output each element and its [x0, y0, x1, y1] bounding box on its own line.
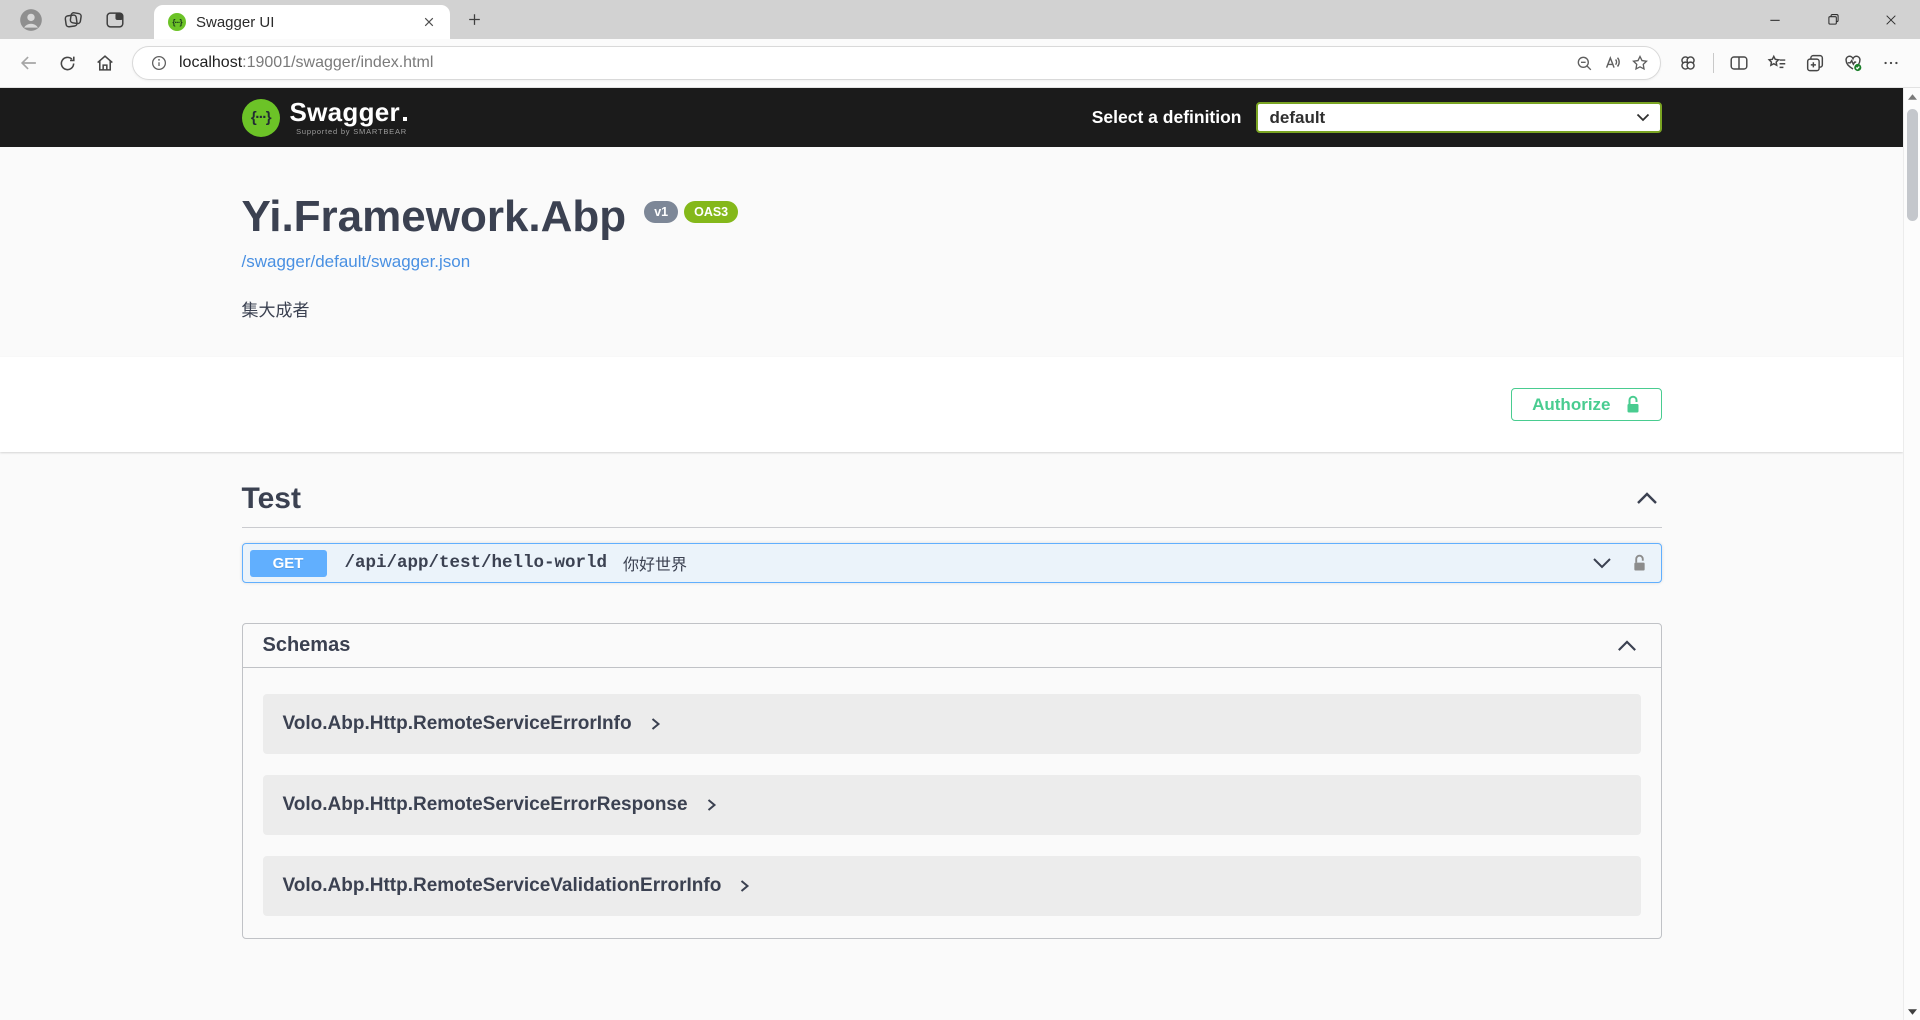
operation-row[interactable]: GET /api/app/test/hello-world 你好世界: [242, 543, 1662, 583]
tab-actions-icon[interactable]: [100, 5, 130, 35]
refresh-button[interactable]: [51, 47, 83, 79]
new-tab-button[interactable]: [460, 6, 488, 34]
page-content: {···} Swagger Supported by SMARTBEAR Sel…: [0, 88, 1920, 1020]
tab-title: Swagger UI: [196, 14, 418, 31]
api-description: 集大成者: [242, 296, 1662, 321]
read-aloud-icon[interactable]: [1598, 49, 1626, 77]
model-row[interactable]: Volo.Abp.Http.RemoteServiceValidationErr…: [263, 856, 1641, 916]
close-window-button[interactable]: [1862, 0, 1920, 39]
swagger-topbar: {···} Swagger Supported by SMARTBEAR Sel…: [0, 88, 1903, 147]
collections-icon[interactable]: [1799, 47, 1831, 79]
split-screen-icon[interactable]: [1723, 47, 1755, 79]
definition-select[interactable]: default: [1256, 102, 1662, 133]
model-name: Volo.Abp.Http.RemoteServiceErrorResponse: [283, 794, 688, 816]
schemas-title: Schemas: [263, 634, 351, 657]
chevron-up-icon: [1617, 640, 1637, 652]
scrollbar-thumb[interactable]: [1907, 109, 1918, 221]
profile-avatar-icon: [18, 7, 44, 33]
logo-text: Swagger: [290, 99, 407, 125]
tab-close-icon[interactable]: [418, 11, 440, 33]
title-badges: v1 OAS3: [638, 201, 738, 223]
operations-section: Test GET /api/app/test/hello-world 你好世界: [222, 482, 1682, 999]
authorize-button[interactable]: Authorize: [1511, 388, 1661, 421]
browser-window: {···} Swagger UI: [0, 0, 1920, 1020]
favorites-hub-icon[interactable]: [1761, 47, 1793, 79]
browser-toolbar: localhost:19001/swagger/index.html: [0, 39, 1920, 88]
restore-button[interactable]: [1804, 0, 1862, 39]
collapse-tag-button[interactable]: [1632, 488, 1662, 509]
swagger-logo: {···} Swagger Supported by SMARTBEAR: [242, 99, 407, 137]
window-controls: [1746, 0, 1920, 39]
definition-select-value: default: [1270, 108, 1636, 128]
model-row[interactable]: Volo.Abp.Http.RemoteServiceErrorResponse: [263, 775, 1641, 835]
address-bar[interactable]: localhost:19001/swagger/index.html: [132, 46, 1661, 80]
authorize-label: Authorize: [1532, 395, 1610, 415]
scroll-up-arrow[interactable]: [1904, 88, 1920, 105]
tag-section-header[interactable]: Test: [242, 482, 1662, 528]
back-button[interactable]: [13, 47, 45, 79]
extensions-icon[interactable]: [1672, 47, 1704, 79]
browser-tab[interactable]: {···} Swagger UI: [154, 5, 450, 39]
zoom-indicator-icon[interactable]: [1570, 49, 1598, 77]
operation-summary: 你好世界: [623, 551, 687, 575]
url-host: localhost: [179, 54, 242, 71]
lock-icon[interactable]: [1632, 554, 1647, 573]
model-name: Volo.Abp.Http.RemoteServiceErrorInfo: [283, 713, 632, 735]
chevron-right-icon: [650, 717, 661, 731]
http-method-badge: GET: [250, 550, 327, 577]
operation-path: /api/app/test/hello-world: [345, 553, 608, 573]
tab-strip: {···} Swagger UI: [0, 0, 1920, 39]
model-list: Volo.Abp.Http.RemoteServiceErrorInfo Vol…: [243, 668, 1661, 938]
toolbar-divider: [1713, 53, 1714, 73]
workspaces-icon[interactable]: [58, 5, 88, 35]
url-path: :19001/swagger/index.html: [242, 54, 433, 71]
version-badge: v1: [644, 201, 678, 223]
chevron-right-icon: [706, 798, 717, 812]
chevron-right-icon: [739, 879, 750, 893]
minimize-button[interactable]: [1746, 0, 1804, 39]
schemas-header[interactable]: Schemas: [243, 624, 1661, 668]
api-info-section: Yi.Framework.Abp v1 OAS3 /swagger/defaul…: [222, 147, 1682, 357]
browser-essentials-icon[interactable]: [1837, 47, 1869, 79]
tag-title: Test: [242, 482, 301, 515]
collapse-schemas-button[interactable]: [1613, 636, 1641, 656]
scheme-container: Authorize: [0, 357, 1903, 452]
spec-link[interactable]: /swagger/default/swagger.json: [242, 252, 471, 272]
url-text[interactable]: localhost:19001/swagger/index.html: [179, 54, 1570, 72]
schemas-section: Schemas Volo.Abp.Http.RemoteServiceError…: [242, 623, 1662, 939]
swagger-ui: {···} Swagger Supported by SMARTBEAR Sel…: [0, 88, 1903, 999]
home-button[interactable]: [89, 47, 121, 79]
profile-avatar[interactable]: [16, 5, 46, 35]
page-title: Yi.Framework.Abp: [242, 191, 627, 242]
model-row[interactable]: Volo.Abp.Http.RemoteServiceErrorInfo: [263, 694, 1641, 754]
scroll-down-arrow[interactable]: [1904, 1003, 1920, 1020]
oas-badge: OAS3: [684, 201, 738, 223]
swagger-logo-icon: {···}: [242, 99, 280, 137]
settings-menu-icon[interactable]: [1875, 47, 1907, 79]
swagger-favicon-icon: {···}: [168, 13, 186, 31]
chevron-down-icon[interactable]: [1592, 557, 1612, 569]
chevron-up-icon: [1636, 492, 1658, 505]
logo-tagline: Supported by SMARTBEAR: [296, 127, 407, 136]
scrollbar[interactable]: [1903, 88, 1920, 1020]
site-info-icon[interactable]: [145, 49, 173, 77]
select-definition-label: Select a definition: [1092, 107, 1242, 128]
unlock-icon: [1625, 395, 1641, 415]
model-name: Volo.Abp.Http.RemoteServiceValidationErr…: [283, 875, 722, 897]
chevron-down-icon: [1636, 113, 1650, 122]
favorite-star-icon[interactable]: [1626, 49, 1654, 77]
definition-selector: Select a definition default: [1092, 102, 1662, 133]
